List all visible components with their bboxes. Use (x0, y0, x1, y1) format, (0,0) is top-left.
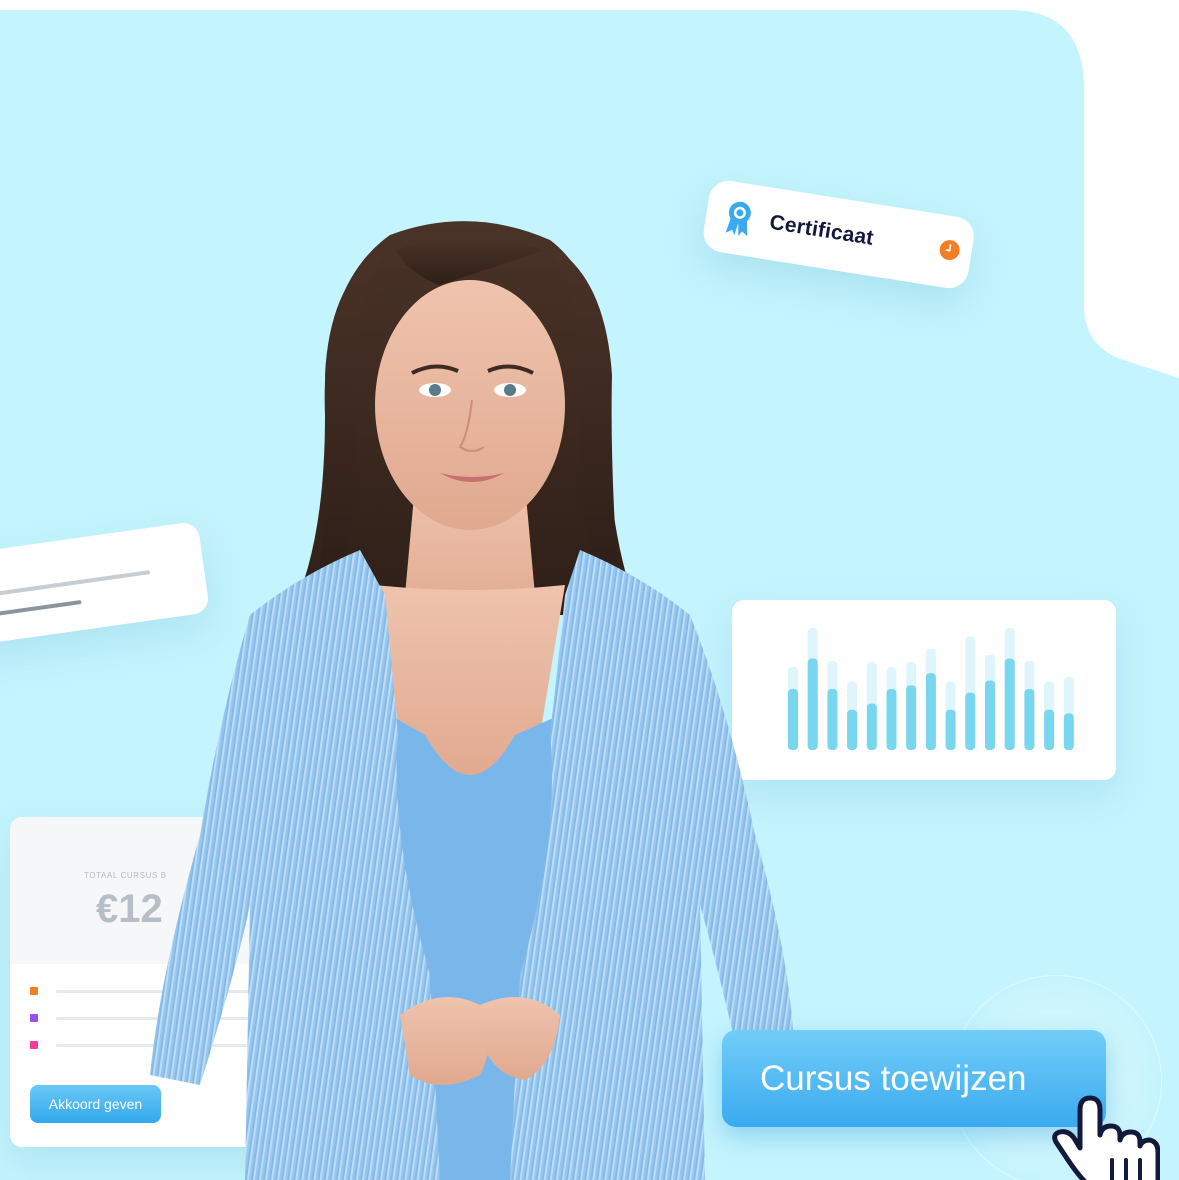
legend-dot-purple (30, 1014, 38, 1022)
bar (906, 685, 917, 750)
clock-icon (939, 240, 960, 261)
bar (1044, 709, 1055, 750)
bar (945, 709, 956, 750)
bar (866, 703, 877, 750)
bar (925, 673, 936, 750)
bar (1004, 658, 1015, 750)
pointer-hand-icon (1052, 1095, 1160, 1180)
bar (985, 680, 995, 750)
bar (1063, 713, 1074, 750)
legend-dot-orange (30, 987, 38, 995)
bar (965, 692, 976, 750)
bar (886, 689, 897, 750)
progress-line (0, 570, 151, 598)
bar (1024, 689, 1035, 750)
legend-dot-pink (30, 1041, 38, 1049)
hero-stage: Certificaat TOTAAL CURSUS B €12 Akkoord … (0, 0, 1179, 1180)
woman-photo (150, 221, 795, 1180)
progress-line (0, 599, 82, 618)
assign-course-button[interactable]: Cursus toewijzen (722, 1030, 1106, 1127)
bar (847, 709, 858, 750)
bar (807, 658, 818, 750)
bar (827, 689, 838, 750)
